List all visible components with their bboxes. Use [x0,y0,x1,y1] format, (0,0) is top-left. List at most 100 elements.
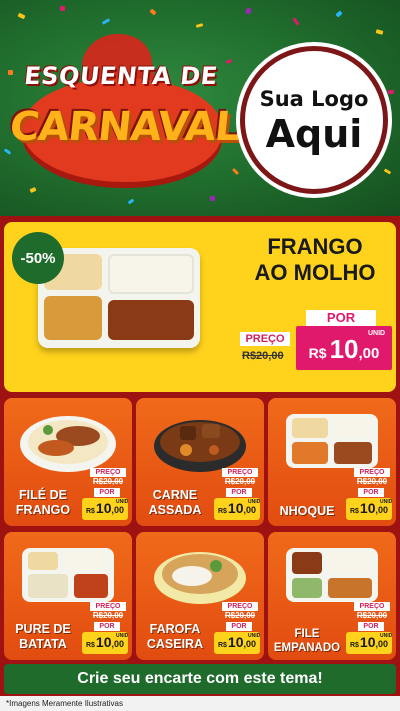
preco-label: PREÇO [354,602,390,611]
farofa-compartment [44,296,102,340]
product-card: FAROFA CASEIRA PREÇO R$20,00 POR R$ 10 ,… [136,532,264,660]
por-label: POR [226,488,252,497]
header-banner: ESQUENTA DE CARNAVAL Sua Logo Aqui [0,0,400,216]
chicken-compartment [108,300,194,340]
featured-price-block: PREÇO R$20,00 POR R$ 10 ,00 UNID [236,308,392,370]
disclaimer-text: *Imagens Meramente Ilustrativas [0,696,400,711]
por-label: POR [306,310,376,326]
price-cents: ,00 [111,639,125,649]
price-cents: ,00 [358,345,380,362]
product-name-line-1: NHOQUE [279,504,335,518]
confetti-piece [195,23,204,28]
price-currency: R$ [217,642,227,649]
product-name-line-1: CARNE [152,488,198,502]
unit-label: UNID [248,499,261,505]
unit-label: UNID [248,633,261,639]
dish-image [154,420,246,472]
dish-image [286,414,378,468]
product-card: NHOQUE PREÇO R$20,00 POR R$ 10 ,00 UNID [268,398,396,526]
product-name-line-2: ASSADA [148,503,202,517]
price-currency: R$ [349,642,359,649]
preco-label: PREÇO [222,468,258,477]
confetti-piece [387,89,395,95]
create-flyer-banner: Crie seu encarte com este tema! [4,664,396,694]
featured-name-line-2: AO MOLHO [254,260,376,286]
unit-label: UNID [368,330,386,337]
price-cents: ,00 [375,505,389,515]
price-cents: ,00 [111,505,125,515]
product-name-line-1: FILE [294,628,320,640]
title-line-2: CARNAVAL [7,104,242,150]
unit-label: UNID [380,633,393,639]
confetti-piece [375,29,384,35]
price-cents: ,00 [243,639,257,649]
por-label: POR [358,488,384,497]
product-name-line-2: EMPANADO [273,641,341,654]
dish-image [22,548,114,602]
confetti-piece [127,198,135,205]
price-integer: 10 [95,500,112,516]
confetti-piece [335,10,343,18]
preco-label: PREÇO [222,602,258,611]
unit-label: UNID [380,499,393,505]
preco-label: PREÇO [90,468,126,477]
product-name-line-1: FILÉ DE [19,488,67,502]
dish-image [154,552,246,604]
featured-product-card: -50% FRANGO AO MOLHO PREÇO R$20,00 POR R… [4,222,396,392]
product-card: FILÉ DE FRANGO PREÇO R$20,00 POR R$ 10 ,… [4,398,132,526]
price-cents: ,00 [375,639,389,649]
logo-text-line-2: Aqui [265,112,363,156]
por-label: POR [94,488,120,497]
logo-placeholder: Sua Logo Aqui [240,46,388,194]
confetti-piece [60,6,65,11]
product-name-line-2: CASEIRA [146,637,204,651]
old-price: R$20,00 [224,611,256,620]
confetti-piece [149,8,157,16]
price-integer: 10 [359,634,376,650]
product-name: FAROFA CASEIRA [140,622,210,652]
preco-label: PREÇO [240,332,290,346]
price-integer: 10 [227,500,244,516]
confetti-piece [231,167,240,176]
preco-label: PREÇO [90,602,126,611]
discount-badge: -50% [12,232,64,284]
confetti-piece [292,17,300,26]
por-label: POR [358,622,384,631]
product-name: CARNE ASSADA [140,488,210,518]
old-price: R$20,00 [356,477,388,486]
product-card: FILE EMPANADO PREÇO R$20,00 POR R$ 10 ,0… [268,532,396,660]
old-price: R$20,00 [356,611,388,620]
product-card: CARNE ASSADA PREÇO R$20,00 POR R$ 10 ,00… [136,398,264,526]
product-name: FILÉ DE FRANGO [8,488,78,518]
product-name-line-1: PURE DE [15,622,71,636]
price-integer: 10 [95,634,112,650]
featured-name-line-1: FRANGO [267,234,363,259]
rice-compartment [108,254,194,294]
product-name: NHOQUE [272,504,342,519]
carnival-title-logo: ESQUENTA DE CARNAVAL [8,29,242,194]
unit-label: UNID [116,499,129,505]
dish-image [20,416,116,472]
price-currency: R$ [308,345,327,361]
preco-label: PREÇO [354,468,390,477]
price-integer: 10 [329,334,359,364]
old-price: R$20,00 [92,611,124,620]
price-currency: R$ [85,642,95,649]
confetti-piece [101,18,111,25]
product-name-line-2: FRANGO [15,503,71,517]
confetti-piece [17,12,26,20]
old-price: R$20,00 [224,477,256,486]
title-line-1: ESQUENTA DE [22,62,220,90]
confetti-piece [383,168,392,175]
price-currency: R$ [85,508,95,515]
product-card: PURE DE BATATA PREÇO R$20,00 POR R$ 10 ,… [4,532,132,660]
por-label: POR [94,622,120,631]
price-currency: R$ [217,508,227,515]
dish-image [286,548,378,602]
product-name: FILE EMPANADO [272,628,342,656]
confetti-piece [210,196,215,201]
featured-product-name: FRANGO AO MOLHO [240,234,390,287]
por-label: POR [226,622,252,631]
product-name-line-1: FAROFA [149,622,201,636]
unit-label: UNID [116,633,129,639]
